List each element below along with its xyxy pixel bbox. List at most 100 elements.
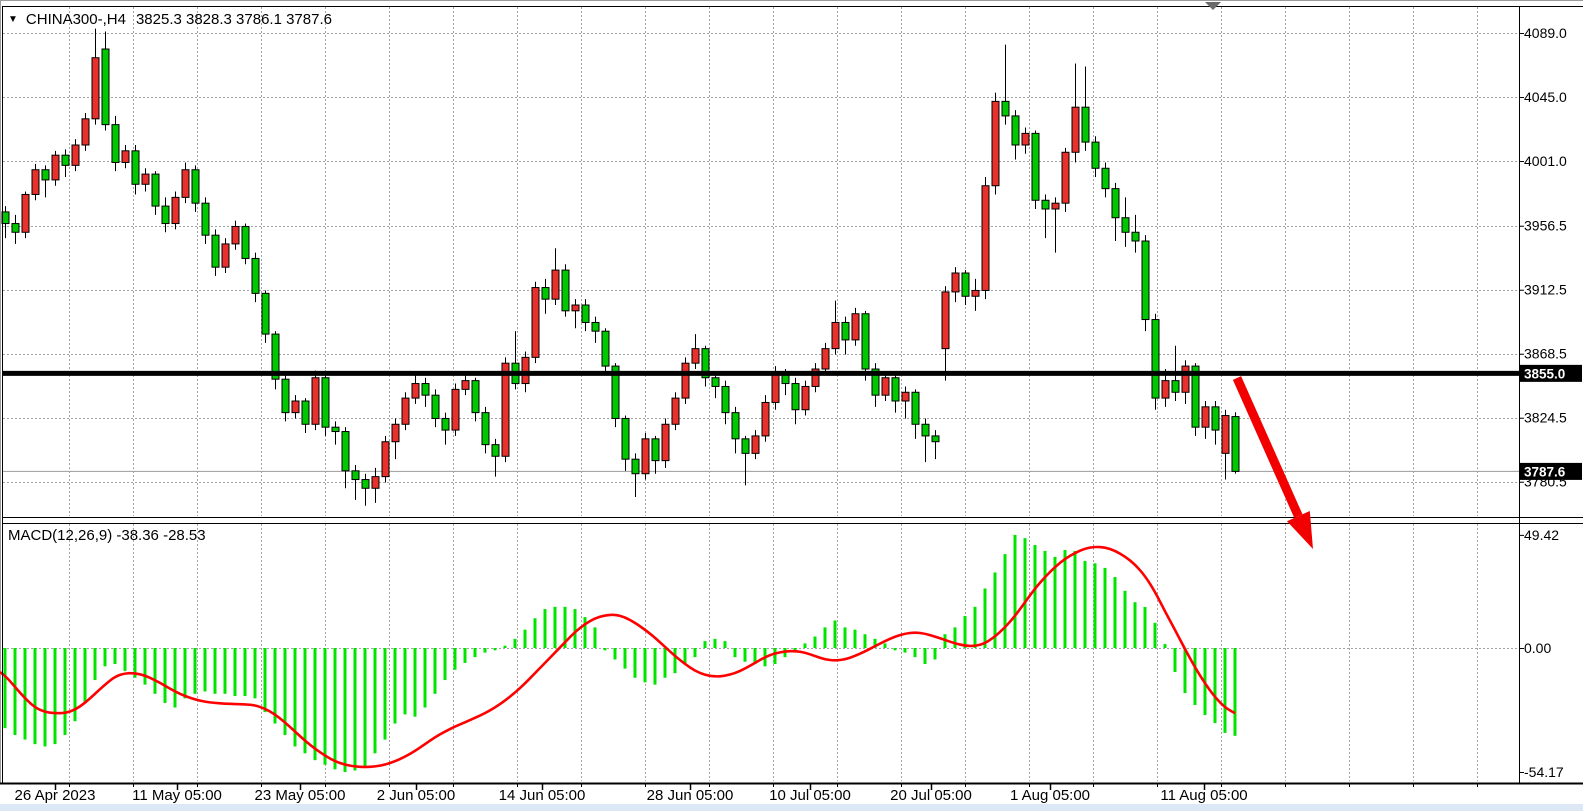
candle [972, 290, 979, 296]
macd-bar [934, 648, 937, 659]
macd-bar [584, 617, 587, 648]
macd-bar [354, 648, 357, 770]
candle [1092, 142, 1099, 168]
price-axis-label: 4001.0 [1524, 153, 1567, 169]
macd-bar [644, 648, 647, 682]
candle [342, 432, 349, 471]
macd-bar [624, 648, 627, 669]
macd-bar [614, 648, 617, 659]
macd-bar [104, 648, 107, 666]
macd-bar [744, 648, 747, 662]
candle [412, 384, 419, 399]
macd-bar [484, 648, 487, 653]
macd-bar [1154, 623, 1157, 648]
candle [22, 194, 29, 232]
candle [212, 235, 219, 267]
candle [372, 477, 379, 489]
candle [292, 401, 299, 413]
macd-bar [1074, 551, 1077, 648]
candle [402, 398, 409, 424]
candle [132, 151, 139, 184]
macd-bar [1174, 648, 1177, 672]
price-axis-label: 4089.0 [1524, 25, 1567, 41]
candle [692, 349, 699, 364]
candle [572, 305, 579, 311]
macd-bar [464, 648, 467, 663]
macd-bar [374, 648, 377, 753]
macd-bar [804, 643, 807, 648]
symbol-timeframe-label: CHINA300-,H4 [26, 11, 126, 28]
candle [1062, 152, 1069, 203]
candle [882, 378, 889, 395]
macd-bar [214, 648, 217, 694]
macd-bar [274, 648, 277, 724]
macd-axis-label: 0.00 [1524, 640, 1551, 656]
macd-bar [824, 627, 827, 648]
macd-bar [604, 648, 607, 650]
candle [162, 206, 169, 223]
candle [82, 119, 89, 145]
macd-bar [1044, 551, 1047, 648]
macd-bar [1104, 568, 1107, 648]
trading-chart-window: 4089.04045.04001.03956.53912.53868.53824… [0, 0, 1583, 811]
macd-bar [424, 648, 427, 708]
candle [762, 402, 769, 435]
macd-bar [1064, 550, 1067, 648]
candle [232, 226, 239, 243]
candle [62, 155, 69, 165]
macd-bar [654, 648, 657, 685]
resistance-line-3855[interactable] [3, 371, 1519, 376]
candle [982, 186, 989, 291]
candle [32, 170, 39, 195]
candle [302, 401, 309, 424]
candle [502, 363, 509, 456]
candle [552, 270, 559, 299]
macd-bar [344, 648, 347, 772]
time-axis-label: 11 May 05:00 [132, 787, 222, 804]
candle [1042, 200, 1049, 209]
candle [172, 197, 179, 223]
chart-title: ▼ CHINA300-,H4 3825.3 3828.3 3786.1 3787… [8, 11, 332, 28]
candle [332, 427, 339, 431]
macd-bar [924, 648, 927, 664]
candle [932, 436, 939, 442]
macd-bar [704, 641, 707, 648]
current-price-badge: 3787.6 [1520, 463, 1582, 480]
macd-bar [834, 621, 837, 648]
chart-canvas[interactable]: 4089.04045.04001.03956.53912.53868.53824… [0, 0, 1583, 811]
macd-bar [1184, 648, 1187, 693]
macd-bar [224, 648, 227, 694]
candle [562, 270, 569, 311]
macd-bar [1004, 554, 1007, 648]
macd-bar [44, 648, 47, 746]
macd-bar [734, 648, 737, 657]
price-axis-label: 3956.5 [1524, 218, 1567, 234]
candle [1142, 241, 1149, 320]
candle [852, 314, 859, 340]
candle [42, 170, 49, 180]
candle [532, 288, 539, 358]
time-axis-label: 10 Jul 05:00 [769, 787, 851, 804]
macd-bar [1094, 563, 1097, 648]
candle [892, 378, 899, 401]
candle [92, 58, 99, 119]
macd-bar [514, 639, 517, 648]
candle [1052, 203, 1059, 209]
candle [1162, 381, 1169, 398]
macd-bar [124, 648, 127, 671]
macd-bar [334, 648, 337, 769]
macd-bar [64, 648, 67, 735]
candle [432, 395, 439, 418]
candle [322, 378, 329, 427]
time-axis-label: 2 Jun 05:00 [377, 787, 455, 804]
time-axis-label: 26 Apr 2023 [15, 787, 96, 804]
macd-bar [414, 648, 417, 717]
time-axis-label: 23 May 05:00 [255, 787, 346, 804]
macd-bar [854, 630, 857, 648]
candle [452, 389, 459, 430]
price-axis-label: 4045.0 [1524, 89, 1567, 105]
macd-bar [674, 648, 677, 673]
macd-bar [664, 648, 667, 678]
candle [1232, 417, 1239, 472]
macd-bar [264, 648, 267, 712]
